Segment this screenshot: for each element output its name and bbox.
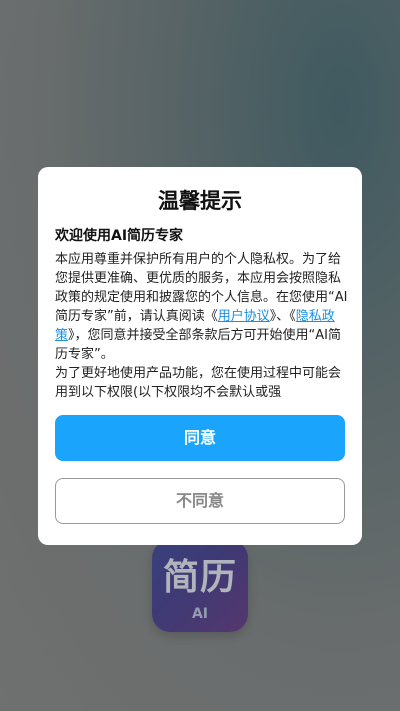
privacy-paragraph: 本应用尊重并保护所有用户的个人隐私权。为了给您提供更准确、更优质的服务，本应用会… — [55, 250, 349, 364]
permissions-paragraph: 为了更好地使用产品功能，您在使用过程中可能会用到以下权限(以下权限均不会默认或强 — [55, 366, 342, 400]
app-icon-title: 简历 — [162, 557, 237, 598]
app-icon-subtitle: AI — [191, 606, 209, 622]
dialog-content-scroll[interactable]: 本应用尊重并保护所有用户的个人隐私权。为了给您提供更准确、更优质的服务，本应用会… — [55, 250, 349, 402]
welcome-heading: 欢迎使用AI简历专家 — [55, 228, 184, 244]
agree-button[interactable]: 同意 — [55, 415, 345, 461]
user-agreement-link[interactable]: 用户协议 — [218, 309, 270, 324]
disagree-button[interactable]: 不同意 — [55, 478, 345, 524]
privacy-dialog: 温馨提示 欢迎使用AI简历专家 本应用尊重并保护所有用户的个人隐私权。为了给您提… — [38, 167, 362, 545]
app-icon: 简历 AI — [152, 540, 248, 632]
screen-background: 简历 AI 温馨提示 欢迎使用AI简历专家 本应用尊重并保护所有用户的个人隐私权… — [0, 0, 400, 711]
dialog-title: 温馨提示 — [158, 189, 242, 213]
privacy-text-outro: 》，您同意并接受全部条款后方可开始使用“AI简历专家”。 — [55, 328, 341, 362]
privacy-text-separator: 》、《 — [269, 309, 296, 324]
